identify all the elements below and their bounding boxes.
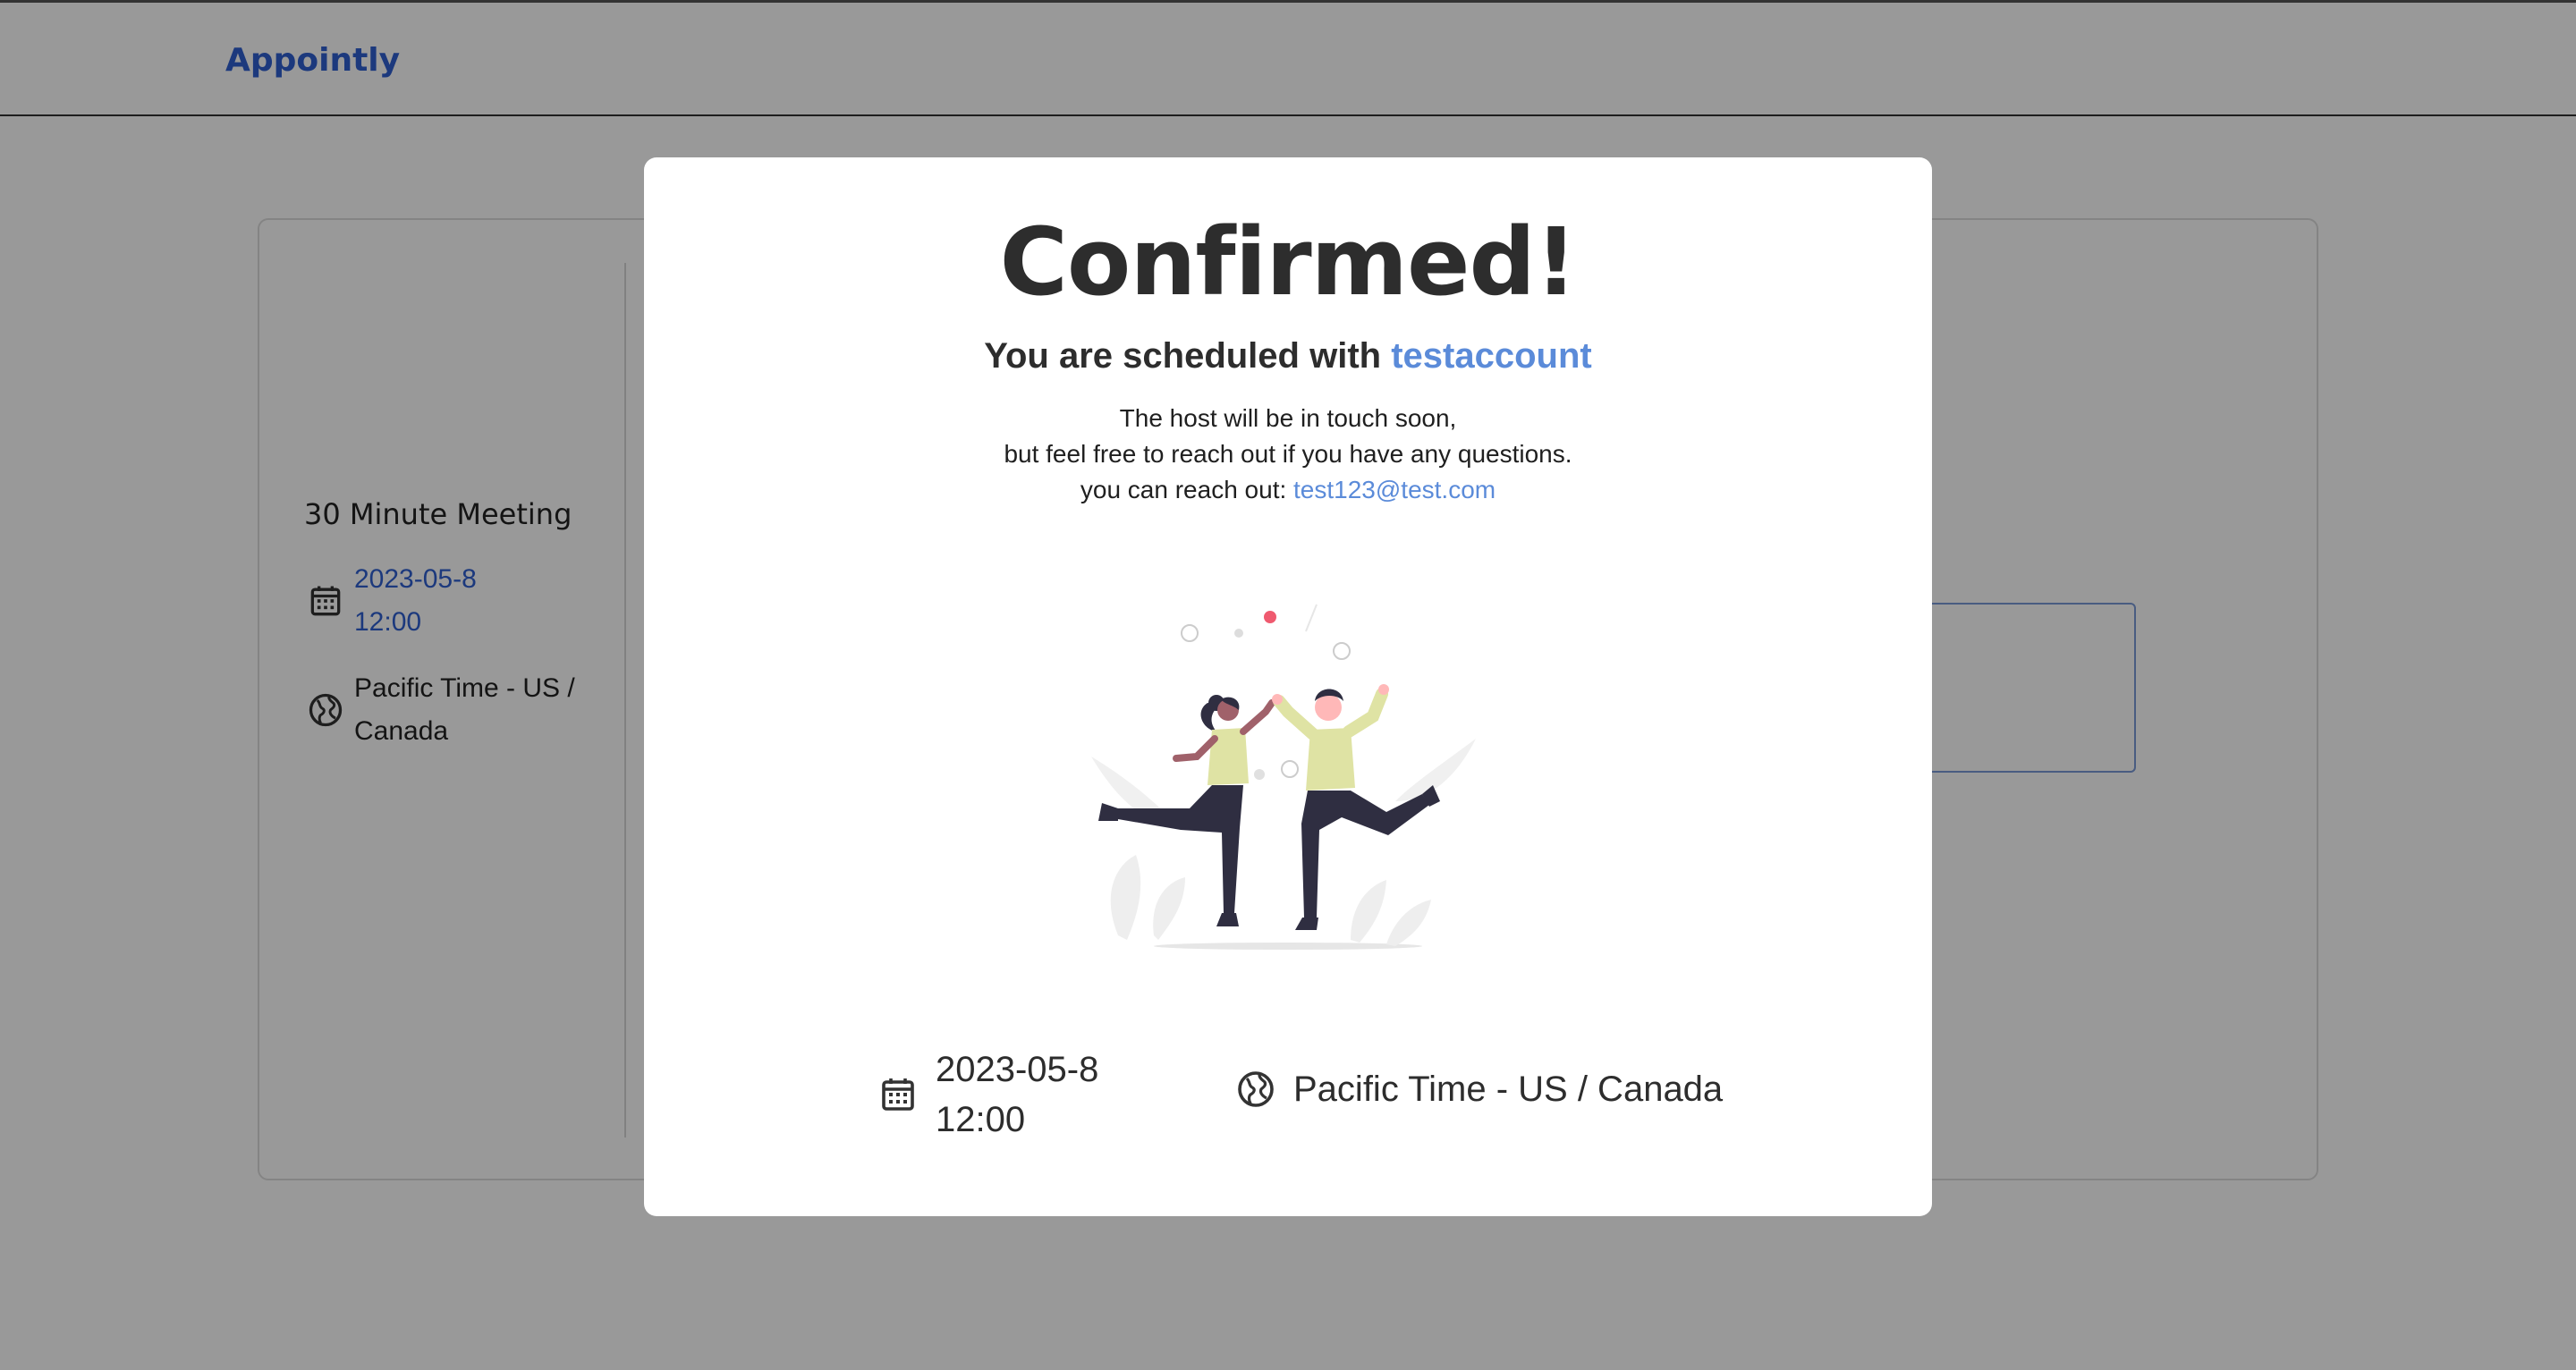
- modal-date: 2023-05-8: [936, 1050, 1099, 1089]
- globe-icon: [1238, 1071, 1274, 1107]
- host-name-link[interactable]: testaccount: [1391, 336, 1592, 376]
- host-email-link[interactable]: test123@test.com: [1293, 476, 1496, 503]
- message-line-1: The host will be in touch soon,: [1119, 404, 1457, 432]
- modal-title: Confirmed!: [999, 207, 1578, 317]
- modal-timezone: Pacific Time - US / Canada: [1293, 1069, 1724, 1109]
- celebration-high-five-illustration: [1091, 604, 1476, 950]
- modal-timezone-row: Pacific Time - US / Canada: [1234, 1068, 1723, 1111]
- reach-prefix: you can reach out:: [1080, 476, 1287, 503]
- modal-footer: 2023-05-8 12:00 Pacific Time - US / Cana…: [877, 1044, 1771, 1152]
- message-line-2: but feel free to reach out if you have a…: [1004, 440, 1572, 468]
- message-line-3: you can reach out: test123@test.com: [644, 472, 1932, 508]
- confirmation-modal: Confirmed! You are scheduled with testac…: [644, 157, 1932, 1216]
- modal-message: The host will be in touch soon, but feel…: [644, 401, 1932, 508]
- calendar-icon: [882, 1078, 914, 1111]
- modal-time: 12:00: [936, 1100, 1026, 1139]
- scheduled-prefix: You are scheduled with: [984, 336, 1382, 376]
- modal-datetime: 2023-05-8 12:00: [936, 1044, 1098, 1145]
- modal-date-row: 2023-05-8 12:00: [877, 1044, 1098, 1145]
- scheduled-with-text: You are scheduled with testaccount: [644, 336, 1932, 376]
